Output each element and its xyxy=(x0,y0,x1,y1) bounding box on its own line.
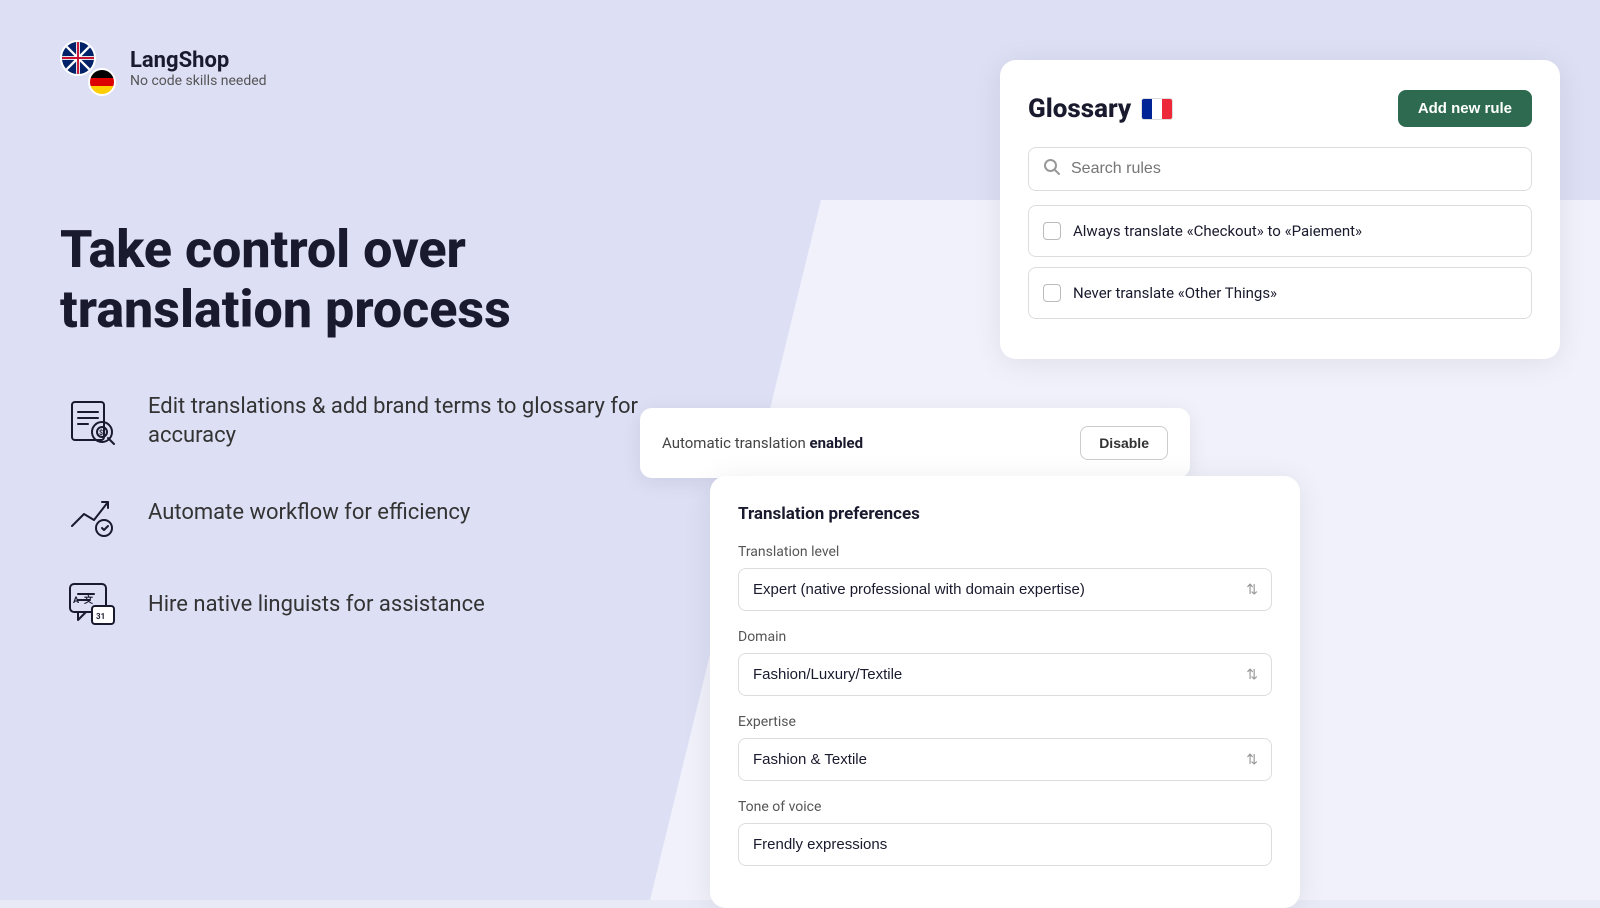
main-heading: Take control over translation process xyxy=(60,220,680,340)
translation-level-label: Translation level xyxy=(738,544,1272,560)
header: LangShop No code skills needed xyxy=(60,40,267,96)
svg-text:A: A xyxy=(73,596,80,606)
rule-checkbox-1[interactable] xyxy=(1043,222,1061,240)
de-flag-icon xyxy=(88,68,116,96)
france-flag-icon xyxy=(1141,98,1173,120)
logo-flags xyxy=(60,40,116,96)
expertise-label: Expertise xyxy=(738,714,1272,730)
rule-text-2: Never translate «Other Things» xyxy=(1073,284,1277,302)
linguists-icon: A 文 31 xyxy=(60,574,124,638)
tone-group: Tone of voice xyxy=(738,799,1272,866)
feature-text-linguists: Hire native linguists for assistance xyxy=(148,591,485,620)
translation-level-select[interactable]: Expert (native professional with domain … xyxy=(738,568,1272,611)
svg-text:31: 31 xyxy=(96,612,105,621)
svg-text:$: $ xyxy=(99,429,103,437)
logo-text: LangShop No code skills needed xyxy=(130,48,267,89)
search-input[interactable] xyxy=(1071,160,1517,178)
svg-text:文: 文 xyxy=(83,594,94,606)
rule-text-1: Always translate «Checkout» to «Paiement… xyxy=(1073,222,1362,240)
expertise-select-wrapper: Fashion & Textile ⇅ xyxy=(738,738,1272,781)
search-box xyxy=(1028,147,1532,191)
uk-flag-icon xyxy=(60,40,96,76)
workflow-icon xyxy=(60,482,124,546)
domain-group: Domain Fashion/Luxury/Textile ⇅ xyxy=(738,629,1272,696)
translation-level-group: Translation level Expert (native profess… xyxy=(738,544,1272,611)
glossary-card: Glossary Add new rule Always translate «… xyxy=(1000,60,1560,359)
domain-select[interactable]: Fashion/Luxury/Textile xyxy=(738,653,1272,696)
app-title: LangShop xyxy=(130,48,267,73)
glossary-title-group: Glossary xyxy=(1028,94,1173,124)
translation-level-select-wrapper: Expert (native professional with domain … xyxy=(738,568,1272,611)
auto-translate-label: Automatic translation enabled xyxy=(662,434,863,452)
rule-item-1: Always translate «Checkout» to «Paiement… xyxy=(1028,205,1532,257)
prefs-title: Translation preferences xyxy=(738,504,1272,524)
feature-item-linguists: A 文 31 Hire native linguists for assista… xyxy=(60,574,680,638)
auto-translate-status: enabled xyxy=(810,434,864,452)
domain-select-wrapper: Fashion/Luxury/Textile ⇅ xyxy=(738,653,1272,696)
feature-list: $ Edit translations & add brand terms to… xyxy=(60,390,680,638)
tone-input[interactable] xyxy=(738,823,1272,866)
tone-label: Tone of voice xyxy=(738,799,1272,815)
glossary-title: Glossary xyxy=(1028,94,1131,124)
disable-button[interactable]: Disable xyxy=(1080,426,1168,460)
feature-item-workflow: Automate workflow for efficiency xyxy=(60,482,680,546)
add-rule-button[interactable]: Add new rule xyxy=(1398,90,1532,127)
glossary-icon: $ xyxy=(60,390,124,454)
rule-item-2: Never translate «Other Things» xyxy=(1028,267,1532,319)
translation-prefs-card: Translation preferences Translation leve… xyxy=(710,476,1300,908)
left-content: Take control over translation process $ … xyxy=(60,220,680,638)
feature-item-glossary: $ Edit translations & add brand terms to… xyxy=(60,390,680,454)
domain-label: Domain xyxy=(738,629,1272,645)
feature-text-workflow: Automate workflow for efficiency xyxy=(148,499,470,528)
rule-checkbox-2[interactable] xyxy=(1043,284,1061,302)
glossary-card-header: Glossary Add new rule xyxy=(1028,90,1532,127)
expertise-select[interactable]: Fashion & Textile xyxy=(738,738,1272,781)
app-subtitle: No code skills needed xyxy=(130,73,267,89)
search-icon xyxy=(1043,158,1061,180)
expertise-group: Expertise Fashion & Textile ⇅ xyxy=(738,714,1272,781)
auto-translate-bar: Automatic translation enabled Disable xyxy=(640,408,1190,478)
feature-text-glossary: Edit translations & add brand terms to g… xyxy=(148,393,680,450)
